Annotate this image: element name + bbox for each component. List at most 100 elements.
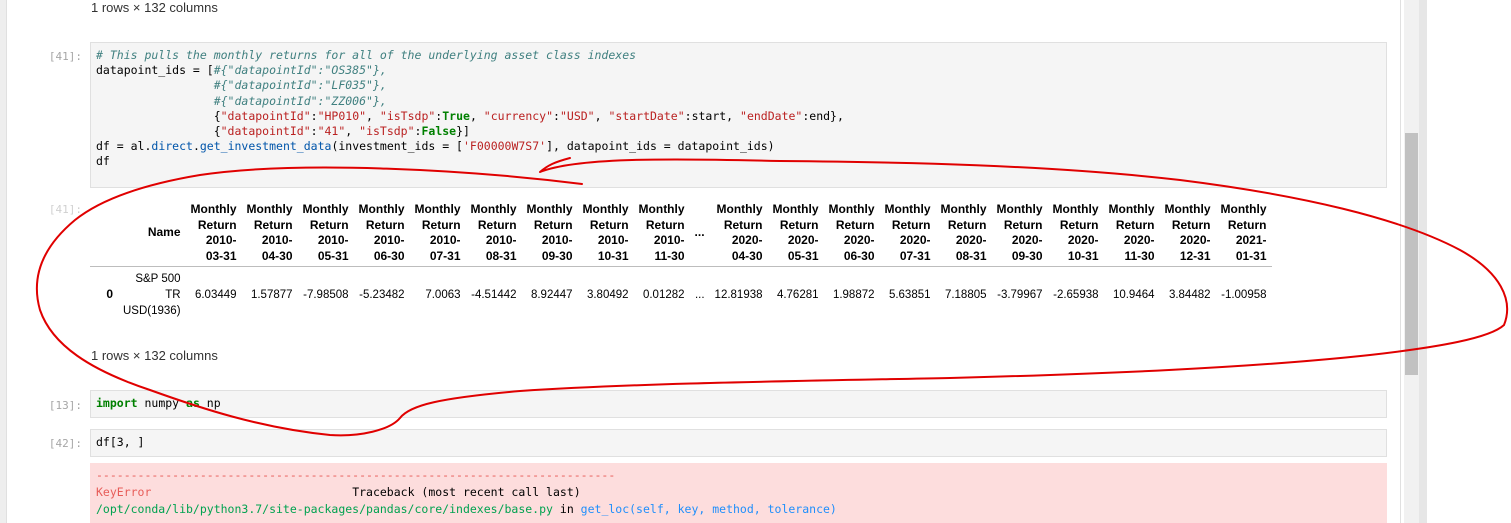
column-header-line: Monthly [414, 202, 461, 216]
column-header-line: Return [421, 217, 461, 232]
column-header-line: 04-30 [731, 248, 763, 263]
notebook-right-border [1400, 0, 1401, 523]
traceback-dashes: ----------------------------------------… [96, 468, 616, 482]
code-token: :end}, [802, 108, 844, 123]
column-header-line: 09-30 [541, 248, 573, 263]
code-token: , [594, 108, 609, 123]
code-token: "endDate" [740, 108, 803, 123]
column-header-line: Return [1003, 217, 1043, 232]
cell-42-code-editor[interactable]: df[3, ] [90, 429, 1387, 457]
column-header: Monthly Return 2020- 09-30 [992, 200, 1048, 267]
column-header-line: Return [1171, 217, 1211, 232]
code-token: : [310, 108, 318, 123]
column-header-line: 2021- [1235, 233, 1267, 247]
column-header-line: 09-30 [1011, 248, 1043, 263]
cell-13-code-editor[interactable]: import numpy as np [90, 390, 1387, 418]
code-token: }] [456, 124, 470, 139]
column-header-line: Return [835, 217, 875, 232]
error-name: KeyError [96, 484, 152, 499]
code-token: import [96, 396, 138, 410]
column-header-line: Monthly [1220, 202, 1267, 216]
code-token: as [186, 396, 200, 410]
code-token: . [192, 139, 200, 154]
code-token: "datapointId" [220, 108, 311, 123]
column-header-line: Return [1059, 217, 1099, 232]
column-header-line: Monthly [1108, 202, 1155, 216]
table-cell: 1.98872 [832, 289, 875, 301]
table-cell: ... [694, 289, 705, 301]
name-cell-line: TR [165, 289, 181, 301]
column-header: Monthly Return 2020- 10-31 [1048, 200, 1104, 267]
right-panel-edge [1419, 0, 1427, 523]
scrollbar-thumb[interactable] [1405, 133, 1418, 375]
column-header-line: 06-30 [373, 248, 405, 263]
code-token: : [553, 108, 560, 123]
traceback-file-path: /opt/conda/lib/python3.7/site-packages/p… [96, 501, 553, 516]
column-header-line: 2020- [955, 233, 987, 247]
error-output: ----------------------------------------… [90, 463, 1387, 523]
column-header-line: 04-30 [261, 248, 293, 263]
column-header-line: 2020- [787, 233, 819, 247]
column-header: Monthly Return 2020- 04-30 [710, 200, 768, 267]
column-header-line: Monthly [1052, 202, 1099, 216]
dataframe-table: Name Monthly Return 2010- 03-31 Monthly Retur… [90, 200, 1272, 323]
name-cell: S&P 500 TR USD(1936) [118, 267, 186, 324]
table-cell: 12.81938 [714, 289, 763, 301]
table-row: 0 S&P 500 TR USD(1936) 6.03449 1.57877 -7.9850… [90, 267, 1272, 324]
column-header-line: 2020- [731, 233, 763, 247]
traceback-function-signature: get_loc(self, key, method, tolerance) [580, 501, 837, 516]
column-header-line: Return [253, 217, 293, 232]
cell-41-code-editor[interactable]: # This pulls the monthly returns for all… [90, 42, 1387, 188]
column-header-line: Monthly [358, 202, 405, 216]
column-header-line: Monthly [772, 202, 819, 216]
column-header-line: 07-31 [429, 248, 461, 263]
table-cell: 10.9464 [1112, 289, 1155, 301]
column-header-line: Return [197, 217, 237, 232]
column-header-line: Return [1227, 217, 1267, 232]
table-cell: 0.01282 [642, 289, 685, 301]
column-header-line: Monthly [1164, 202, 1211, 216]
code-token: True [442, 108, 470, 123]
column-header-line: 2020- [1067, 233, 1099, 247]
cell-41-output-prompt: [41]: [48, 203, 82, 216]
column-header: Monthly Return 2020- 07-31 [880, 200, 936, 267]
column-header-line: Return [779, 217, 819, 232]
column-header: Monthly Return 2010- 06-30 [354, 200, 410, 267]
cell-42-input-prompt: [42]: [48, 437, 82, 450]
cell-41-input-prompt: [41]: [48, 50, 82, 63]
column-header-line: 10-31 [597, 248, 629, 263]
code-token: numpy [137, 396, 187, 410]
column-header-line: 2010- [261, 233, 293, 247]
table-cell: 3.84482 [1168, 289, 1211, 301]
code-token: #{"datapointId":"OS385"}, [213, 63, 387, 78]
column-header-line: 2020- [899, 233, 931, 247]
column-header-line: Monthly [996, 202, 1043, 216]
code-token: ], datapoint_ids = datapoint_ids) [546, 139, 775, 154]
table-cell: 5.63851 [888, 289, 931, 301]
code-token: #{"datapointId":"LF035"}, [213, 78, 387, 93]
code-token: "USD" [559, 108, 595, 123]
column-header-line: Monthly [470, 202, 517, 216]
code-token: , [345, 124, 360, 139]
column-header: Monthly Return 2010- 10-31 [578, 200, 634, 267]
column-header-line: 10-31 [1067, 248, 1099, 263]
code-token: : [310, 124, 318, 139]
column-header-line: Monthly [828, 202, 875, 216]
code-token: { [96, 124, 221, 139]
column-header: Monthly Return 2020- 05-31 [768, 200, 824, 267]
column-header-line: Return [365, 217, 405, 232]
column-header: Monthly Return 2010- 05-31 [298, 200, 354, 267]
column-header-line: Monthly [638, 202, 685, 216]
column-header: Monthly Return 2010- 08-31 [466, 200, 522, 267]
column-header-line: Return [645, 217, 685, 232]
column-header-line: 2010- [373, 233, 405, 247]
code-token: :start, [684, 108, 741, 123]
traceback-in-word: in [552, 501, 581, 516]
column-header-line: 11-30 [1124, 248, 1155, 263]
name-cell-line: USD(1936) [123, 305, 181, 317]
column-header-line: Monthly [884, 202, 931, 216]
column-header-line: 2010- [205, 233, 237, 247]
column-header-line: Return [723, 217, 763, 232]
column-header: Monthly Return 2020- 06-30 [824, 200, 880, 267]
